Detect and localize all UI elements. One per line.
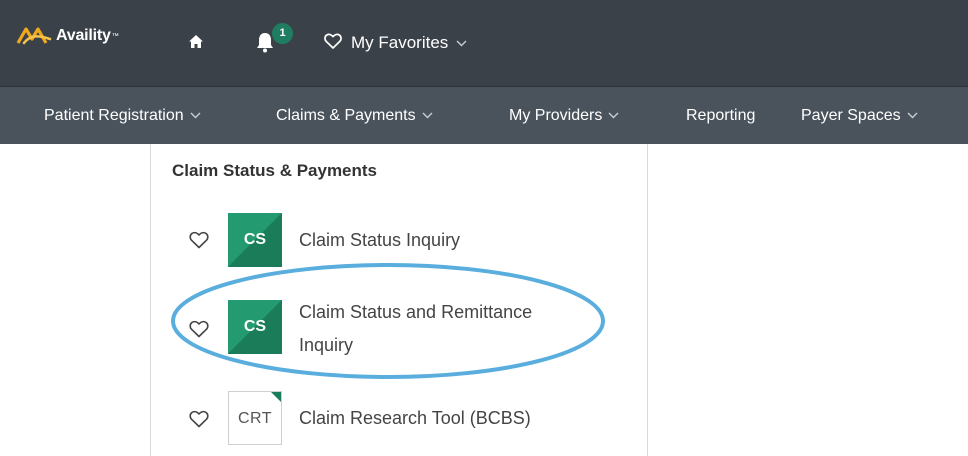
nav-item-label: Payer Spaces [801, 106, 901, 124]
nav-item-claims-payments[interactable]: Claims & Payments [276, 87, 433, 144]
nav-item-label: Patient Registration [44, 106, 184, 124]
nav-item-my-providers[interactable]: My Providers [509, 87, 619, 144]
favorite-heart-icon[interactable] [189, 410, 209, 428]
home-icon[interactable] [188, 34, 204, 50]
favorite-heart-icon[interactable] [189, 320, 209, 338]
chevron-down-icon [907, 112, 918, 119]
availity-logo[interactable]: Availity ™ [16, 23, 119, 49]
main-nav-bar: Patient Registration Claims & Payments M… [0, 86, 968, 144]
chevron-down-icon [456, 40, 467, 47]
nav-item-patient-registration[interactable]: Patient Registration [44, 87, 201, 144]
favorite-heart-icon[interactable] [189, 231, 209, 249]
logo-trademark: ™ [111, 32, 119, 40]
cs-app-tile: CS [228, 300, 282, 354]
cs-app-tile: CS [228, 213, 282, 267]
notifications-button[interactable]: 1 [255, 23, 293, 54]
tile-corner-mark [271, 392, 281, 402]
menu-item-claim-status-remittance-inquiry[interactable]: CS Claim Status and Remittance Inquiry [151, 294, 647, 364]
menu-item-label-line-1: Claim Status and Remittance [299, 302, 533, 322]
section-title: Claim Status & Payments [172, 161, 378, 180]
nav-item-label: My Providers [509, 106, 603, 124]
menu-item-claim-research-tool[interactable]: CRT Claim Research Tool (BCBS) [151, 390, 647, 450]
crt-app-tile: CRT [228, 391, 282, 445]
nav-item-label: Reporting [686, 106, 756, 124]
nav-item-payer-spaces[interactable]: Payer Spaces [801, 87, 918, 144]
nav-item-reporting[interactable]: Reporting [686, 87, 755, 144]
menu-item-claim-status-inquiry[interactable]: CS Claim Status Inquiry [151, 210, 647, 270]
my-favorites-label: My Favorites [351, 33, 449, 52]
logo-text: Availity [56, 27, 111, 44]
notification-count-badge: 1 [272, 23, 293, 44]
my-favorites-menu[interactable]: My Favorites [324, 32, 467, 54]
heart-icon [324, 33, 342, 54]
menu-item-label: Claim Research Tool (BCBS) [299, 408, 531, 428]
menu-item-label-line-2: Inquiry [299, 335, 354, 355]
chevron-down-icon [190, 112, 201, 119]
chevron-down-icon [422, 112, 433, 119]
crt-tile-text: CRT [237, 410, 273, 427]
menu-item-label: Claim Status Inquiry [299, 230, 461, 250]
top-bar: Availity ™ 1 My Favorites [0, 0, 968, 86]
nav-item-label: Claims & Payments [276, 106, 416, 124]
chevron-down-icon [608, 112, 619, 119]
availity-logo-mark-icon [16, 27, 52, 45]
claims-payments-dropdown: Claim Status & Payments CS Claim Status … [150, 144, 648, 456]
